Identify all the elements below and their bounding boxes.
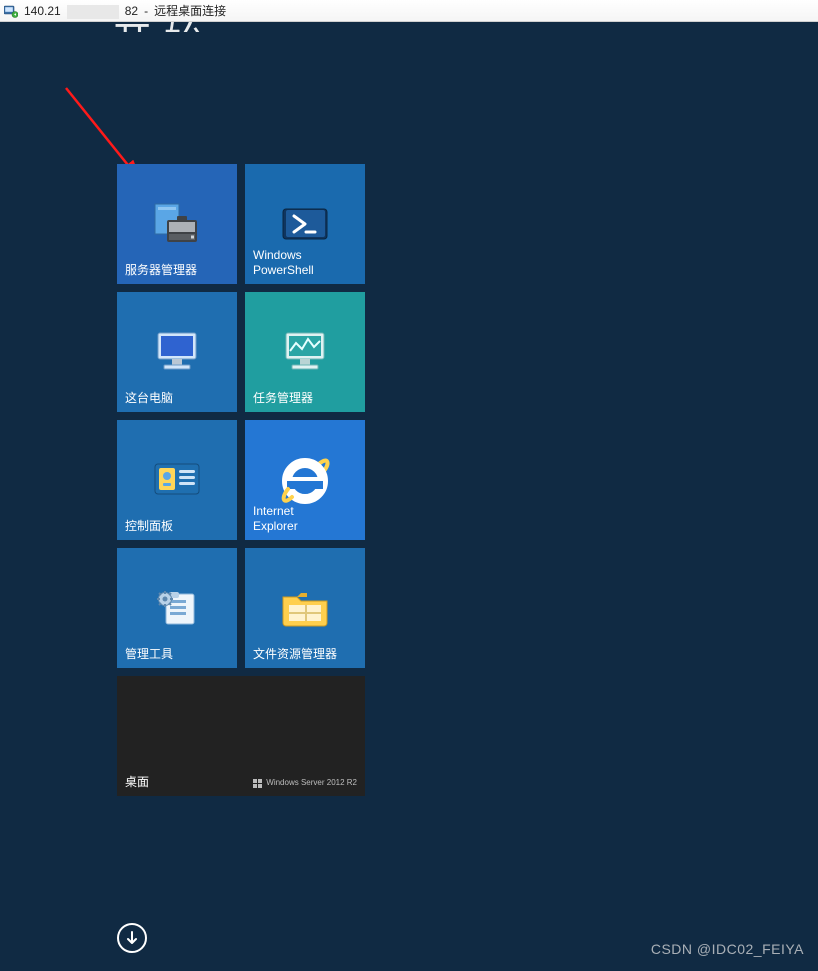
tile-server-manager[interactable]: 服务器管理器: [117, 164, 237, 284]
this-pc-icon: [117, 292, 237, 412]
tile-powershell[interactable]: Windows PowerShell: [245, 164, 365, 284]
ip-mask: [67, 5, 119, 19]
admin-tools-icon: [117, 548, 237, 668]
rdp-titlebar: 140.21 82 - 远程桌面连接: [0, 0, 818, 22]
ie-icon: [245, 420, 365, 540]
tile-this-pc[interactable]: 这台电脑: [117, 292, 237, 412]
start-screen: 开始 服务器管理器: [0, 22, 818, 971]
ip-prefix: 140.21: [24, 4, 61, 18]
titlebar-label: 远程桌面连接: [154, 2, 226, 19]
control-panel-icon: [117, 420, 237, 540]
desktop-os-text: Windows Server 2012 R2: [266, 778, 357, 788]
tile-admin-tools[interactable]: 管理工具: [117, 548, 237, 668]
task-manager-icon: [245, 292, 365, 412]
ip-suffix: 82: [125, 4, 138, 18]
start-screen-title: 开始: [112, 22, 216, 32]
file-explorer-icon: [245, 548, 365, 668]
tile-task-manager[interactable]: 任务管理器: [245, 292, 365, 412]
desktop-os-label: Windows Server 2012 R2: [253, 778, 357, 788]
tile-control-panel[interactable]: 控制面板: [117, 420, 237, 540]
tile-desktop[interactable]: 桌面 Windows Server 2012 R2: [117, 676, 365, 796]
titlebar-sep: -: [144, 4, 148, 18]
powershell-icon: [245, 164, 365, 284]
rdp-icon: [4, 4, 18, 18]
windows-logo-icon: [253, 779, 262, 788]
watermark: CSDN @IDC02_FEIYA: [651, 941, 804, 957]
tile-internet-explorer[interactable]: Internet Explorer: [245, 420, 365, 540]
tile-file-explorer[interactable]: 文件资源管理器: [245, 548, 365, 668]
all-apps-button[interactable]: [117, 923, 147, 953]
tiles-grid: 服务器管理器 Windows PowerShell: [117, 164, 365, 796]
arrow-down-icon: [125, 931, 139, 945]
server-manager-icon: [117, 164, 237, 284]
